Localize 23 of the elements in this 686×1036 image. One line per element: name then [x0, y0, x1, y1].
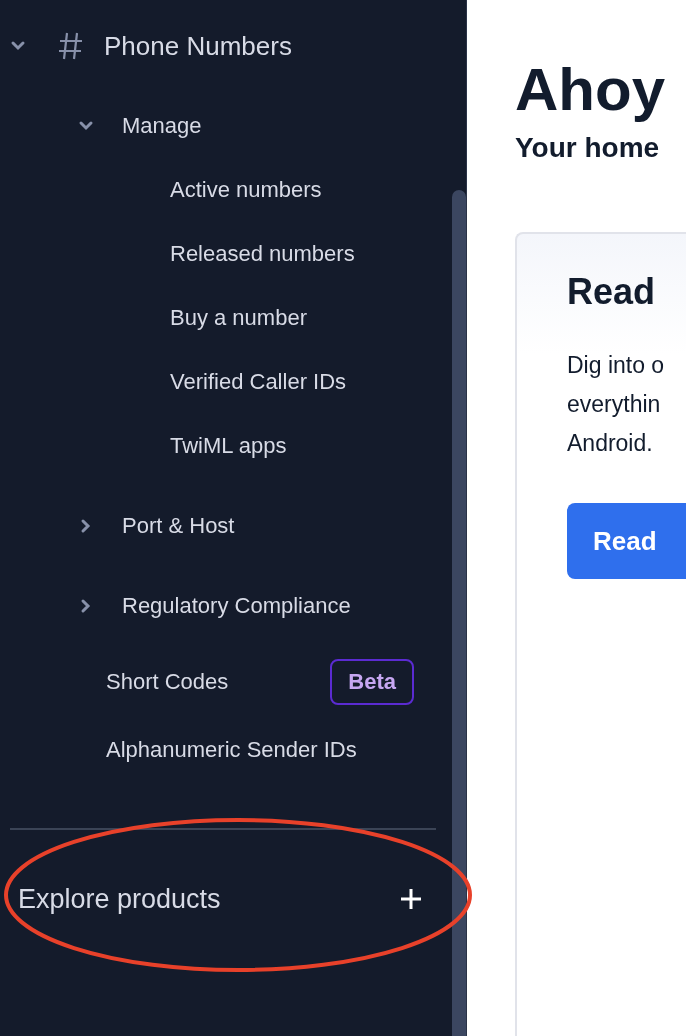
nav-item[interactable]: Manage	[122, 113, 202, 139]
beta-badge: Beta	[330, 659, 414, 705]
chevron-down-icon[interactable]	[10, 40, 26, 52]
chevron-down-icon[interactable]	[78, 120, 94, 132]
nav-item[interactable]: Verified Caller IDs	[170, 369, 347, 395]
page-subtitle: Your home	[515, 131, 661, 165]
read-button[interactable]: Read	[567, 503, 686, 579]
nav-item[interactable]: Port & Host	[122, 513, 235, 539]
nav-item[interactable]: Regulatory Compliance	[122, 593, 351, 619]
nav-item[interactable]: Phone Numbers	[104, 30, 292, 62]
card-text: Dig into o everythin Android.	[567, 351, 666, 458]
nav-item[interactable]: Buy a number	[170, 305, 307, 331]
explore-products-link[interactable]: Explore products	[18, 883, 221, 915]
nav-item[interactable]: Active numbers	[170, 177, 322, 203]
page-title: Ahoy	[515, 55, 666, 125]
nav-item[interactable]: Short Codes	[106, 669, 229, 695]
card-title: Read	[567, 270, 657, 314]
hash-icon	[58, 31, 84, 61]
nav-item[interactable]: Released numbers	[170, 241, 355, 267]
scrollbar-thumb[interactable]	[452, 190, 466, 1036]
plus-icon[interactable]	[400, 888, 422, 910]
nav-item[interactable]: TwiML apps	[170, 433, 287, 459]
nav-item[interactable]: Alphanumeric Sender IDs	[106, 737, 357, 763]
